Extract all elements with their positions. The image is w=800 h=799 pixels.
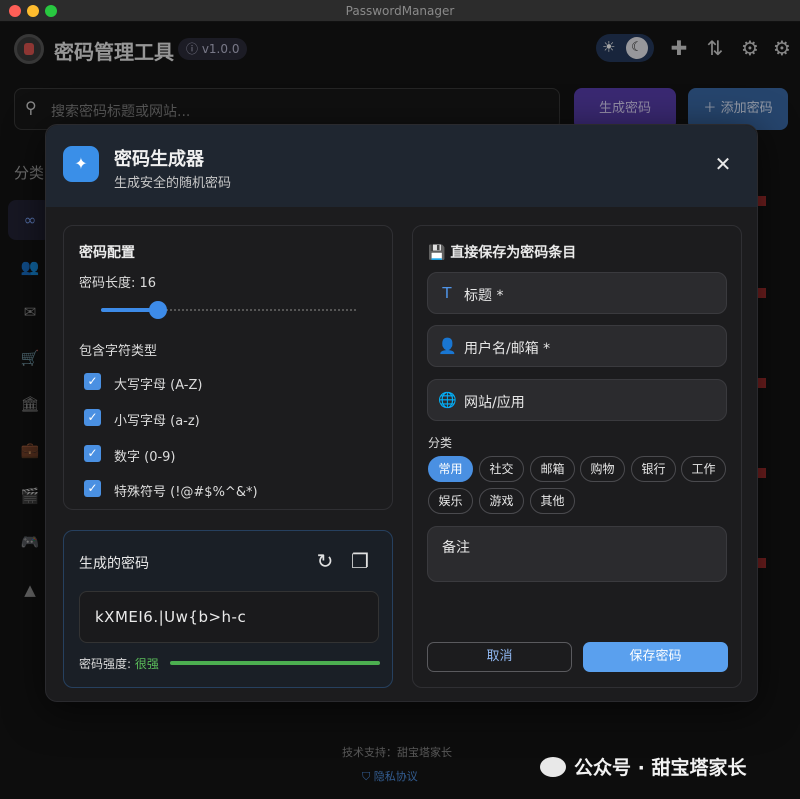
category-chip-games[interactable]: 游戏 — [479, 488, 524, 514]
option-label: 小写字母 (a-z) — [114, 414, 200, 429]
person-icon: 👤 — [438, 337, 457, 355]
option-label: 大写字母 (A-Z) — [114, 378, 203, 393]
refresh-icon[interactable]: ↻ — [314, 549, 336, 573]
close-icon[interactable]: ✕ — [712, 153, 734, 175]
website-field[interactable]: 🌐 网站/应用 — [427, 379, 727, 421]
config-title: 密码配置 — [79, 245, 135, 261]
save-entry-panel: 💾 直接保存为密码条目 T 标题 * 👤 用户名/邮箱 * 🌐 网站/应用 分类… — [412, 225, 742, 688]
notes-placeholder: 备注 — [442, 540, 470, 556]
generated-password-title: 生成的密码 — [79, 556, 149, 572]
password-text: kXMEI6.|Uw{b>h-c — [95, 608, 247, 626]
dialog-title: 密码生成器 — [114, 149, 204, 170]
username-field[interactable]: 👤 用户名/邮箱 * — [427, 325, 727, 367]
watermark-text: 公众号 · 甜宝塔家长 — [574, 757, 747, 779]
strength-bar-fill — [170, 661, 380, 665]
category-chip-shopping[interactable]: 购物 — [580, 456, 625, 482]
generated-password-panel: 生成的密码 ↻ ❐ kXMEI6.|Uw{b>h-c 密码强度: 很强 — [63, 530, 393, 688]
strength-value: 很强 — [134, 657, 159, 671]
option-label: 数字 (0-9) — [114, 450, 176, 465]
category-chip-work[interactable]: 工作 — [681, 456, 726, 482]
length-slider-thumb[interactable] — [149, 301, 167, 319]
checkbox-checked-icon[interactable]: ✓ — [84, 445, 101, 462]
window-title: PasswordManager — [345, 4, 455, 18]
wechat-icon — [540, 757, 566, 777]
notes-field[interactable]: 备注 — [427, 526, 727, 582]
category-chip-social[interactable]: 社交 — [479, 456, 524, 482]
password-config-panel: 密码配置 密码长度: 16 包含字符类型 ✓ 大写字母 (A-Z) ✓ 小写字母… — [63, 225, 393, 510]
strength-label-text: 密码强度: — [79, 657, 135, 671]
password-display[interactable]: kXMEI6.|Uw{b>h-c — [79, 591, 379, 643]
app-root: 密码管理工具 ⓘ v1.0.0 ☀ ☾ ✚ ⇅ ⚙ ⚙ ⚲ 搜索密码标题或网站.… — [0, 22, 800, 799]
dialog-header: ✦ 密码生成器 生成安全的随机密码 ✕ — [46, 125, 757, 207]
save-password-button[interactable]: 保存密码 — [583, 642, 728, 672]
save-section-title: 💾 直接保存为密码条目 — [428, 242, 576, 262]
username-field-placeholder: 用户名/邮箱 * — [464, 341, 551, 357]
category-chip-mail[interactable]: 邮箱 — [530, 456, 575, 482]
category-chip-common[interactable]: 常用 — [428, 456, 473, 482]
category-chip-other[interactable]: 其他 — [530, 488, 575, 514]
checkbox-checked-icon[interactable]: ✓ — [84, 409, 101, 426]
password-generator-dialog: ✦ 密码生成器 生成安全的随机密码 ✕ 密码配置 密码长度: 16 包含字符类型… — [45, 124, 758, 702]
copy-icon[interactable]: ❐ — [349, 549, 371, 573]
title-field-placeholder: 标题 * — [464, 288, 504, 304]
checkbox-checked-icon[interactable]: ✓ — [84, 480, 101, 497]
dialog-subtitle: 生成安全的随机密码 — [114, 176, 232, 191]
save-icon: 💾 — [428, 245, 451, 261]
window-titlebar: PasswordManager — [0, 0, 800, 22]
option-label: 特殊符号 (!@#$%^&*) — [114, 485, 258, 500]
category-chip-entertainment[interactable]: 娱乐 — [428, 488, 473, 514]
website-field-placeholder: 网站/应用 — [464, 395, 525, 411]
char-types-label: 包含字符类型 — [79, 344, 158, 359]
category-label: 分类 — [428, 436, 453, 450]
category-chip-bank[interactable]: 银行 — [631, 456, 676, 482]
strength-label: 密码强度: 很强 — [79, 655, 159, 672]
length-label: 密码长度: 16 — [79, 276, 157, 291]
strength-bar — [170, 661, 380, 665]
title-field[interactable]: T 标题 * — [427, 272, 727, 314]
globe-icon: 🌐 — [438, 391, 457, 409]
checkbox-checked-icon[interactable]: ✓ — [84, 373, 101, 390]
cancel-button[interactable]: 取消 — [427, 642, 572, 672]
text-icon: T — [442, 284, 452, 302]
save-title-text: 直接保存为密码条目 — [450, 245, 577, 261]
magic-icon: ✦ — [63, 146, 99, 182]
